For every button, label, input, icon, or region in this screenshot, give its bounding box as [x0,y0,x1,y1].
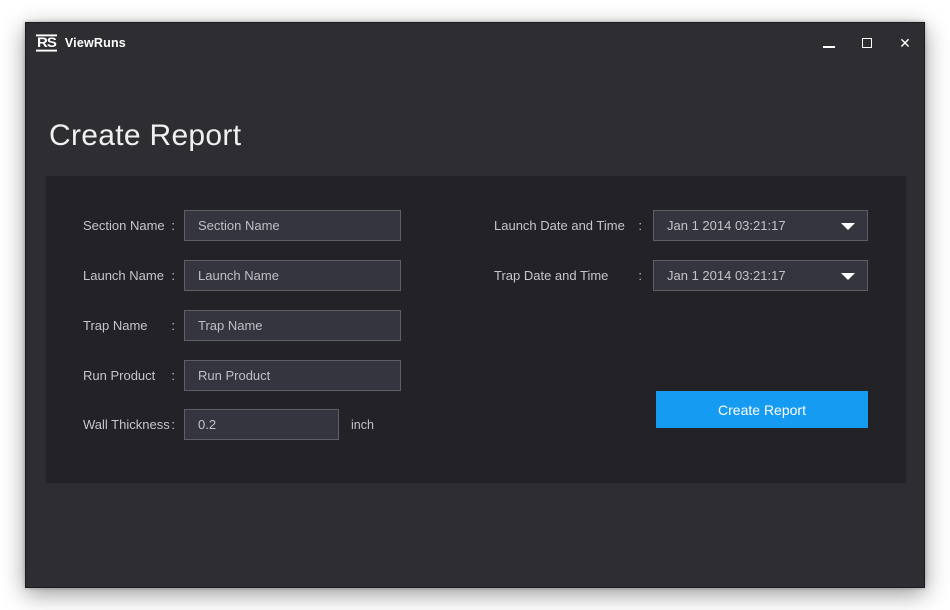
section-name-input[interactable] [184,210,401,241]
launch-date-label: Launch Date and Time : [494,210,642,241]
maximize-button[interactable] [848,23,886,63]
close-icon: ✕ [899,36,911,50]
colon: : [638,268,642,283]
maximize-icon [862,38,872,48]
chevron-down-icon [841,223,855,230]
form-panel: Section Name : Launch Name : Trap Name :… [46,176,906,483]
colon: : [171,218,175,233]
launch-name-input[interactable] [184,260,401,291]
run-product-input[interactable] [184,360,401,391]
trap-date-dropdown[interactable]: Jan 1 2014 03:21:17 [653,260,868,291]
section-name-label: Section Name : [83,210,175,241]
close-button[interactable]: ✕ [886,23,924,63]
colon: : [171,268,175,283]
trap-name-input[interactable] [184,310,401,341]
launch-date-value: Jan 1 2014 03:21:17 [667,218,786,233]
page-title: Create Report [49,119,241,153]
launch-date-dropdown[interactable]: Jan 1 2014 03:21:17 [653,210,868,241]
colon: : [171,318,175,333]
colon: : [171,417,175,432]
create-report-button[interactable]: Create Report [656,391,868,428]
viewruns-logo-icon: RS [36,34,57,51]
minimize-icon [823,46,835,48]
app-window: RS ViewRuns ✕ Create Report Section Name… [25,22,925,588]
colon: : [171,368,175,383]
colon: : [638,218,642,233]
minimize-button[interactable] [810,23,848,63]
window-controls: ✕ [810,23,924,63]
app-title: ViewRuns [65,36,126,50]
trap-date-value: Jan 1 2014 03:21:17 [667,268,786,283]
titlebar: RS ViewRuns ✕ [26,23,924,63]
launch-name-label: Launch Name : [83,260,175,291]
wall-thickness-input[interactable] [184,409,339,440]
run-product-label: Run Product : [83,360,175,391]
trap-name-label: Trap Name : [83,310,175,341]
wall-thickness-label: Wall Thickness : [83,409,175,440]
wall-thickness-unit: inch [351,409,374,440]
trap-date-label: Trap Date and Time : [494,260,642,291]
chevron-down-icon [841,273,855,280]
